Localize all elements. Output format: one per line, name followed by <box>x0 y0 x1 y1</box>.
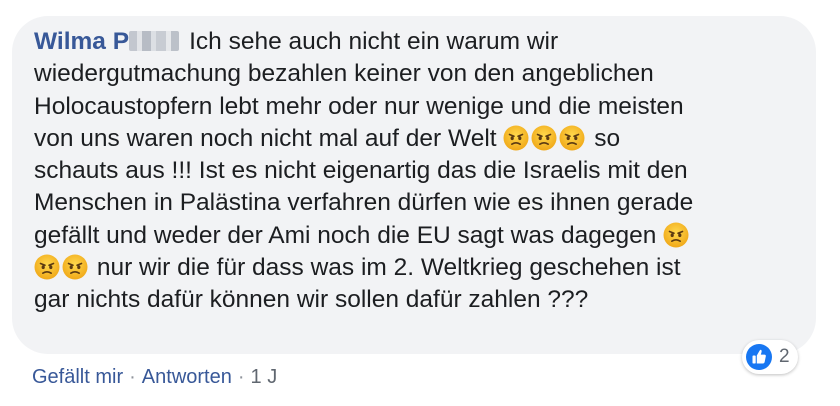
angry-face-icon <box>34 254 60 280</box>
comment-text-line: Holocaustopfern lebt mehr oder nur wenig… <box>34 92 684 120</box>
reaction-count: 2 <box>779 346 790 367</box>
redacted-name-blur <box>129 31 180 51</box>
angry-face-icon <box>62 254 88 280</box>
angry-face-icon <box>531 125 557 151</box>
comment-text-line: gefällt und weder der Ami noch die EU sa… <box>34 221 657 249</box>
timestamp[interactable]: 1 J <box>251 366 278 388</box>
reply-button[interactable]: Antworten <box>142 366 232 388</box>
comment-text-line: Menschen in Palästina verfahren dürfen w… <box>34 189 694 217</box>
comment-text-line: wiedergutmachung bezahlen keiner von den… <box>34 60 654 88</box>
separator-dot: · <box>129 366 136 388</box>
author-name[interactable]: Wilma P <box>34 28 129 55</box>
comment-actions: Gefällt mir · Antworten · 1 J <box>32 366 277 389</box>
comment-text-line: nur wir die für dass was im 2. Weltkrieg… <box>96 254 681 282</box>
angry-face-icon <box>559 125 585 151</box>
reaction-summary[interactable]: 2 <box>742 340 798 374</box>
like-thumb-icon <box>746 344 772 370</box>
angry-face-icon <box>663 222 689 248</box>
comment-text-line: von uns waren noch nicht mal auf der Wel… <box>34 124 497 152</box>
comment-text-line: Ich sehe auch nicht ein warum wir <box>189 28 559 55</box>
comment-text-line: so <box>594 124 621 152</box>
comment-body: Wilma P Ich sehe auch nicht ein warum wir… <box>34 26 794 317</box>
separator-dot: · <box>237 366 245 388</box>
like-button[interactable]: Gefällt mir <box>32 366 123 388</box>
angry-face-icon <box>503 125 529 151</box>
comment-text-line: schauts aus !!! Ist es nicht eigenartig … <box>34 157 688 185</box>
comment-text-line: gar nichts dafür können wir sollen dafür… <box>34 286 589 314</box>
